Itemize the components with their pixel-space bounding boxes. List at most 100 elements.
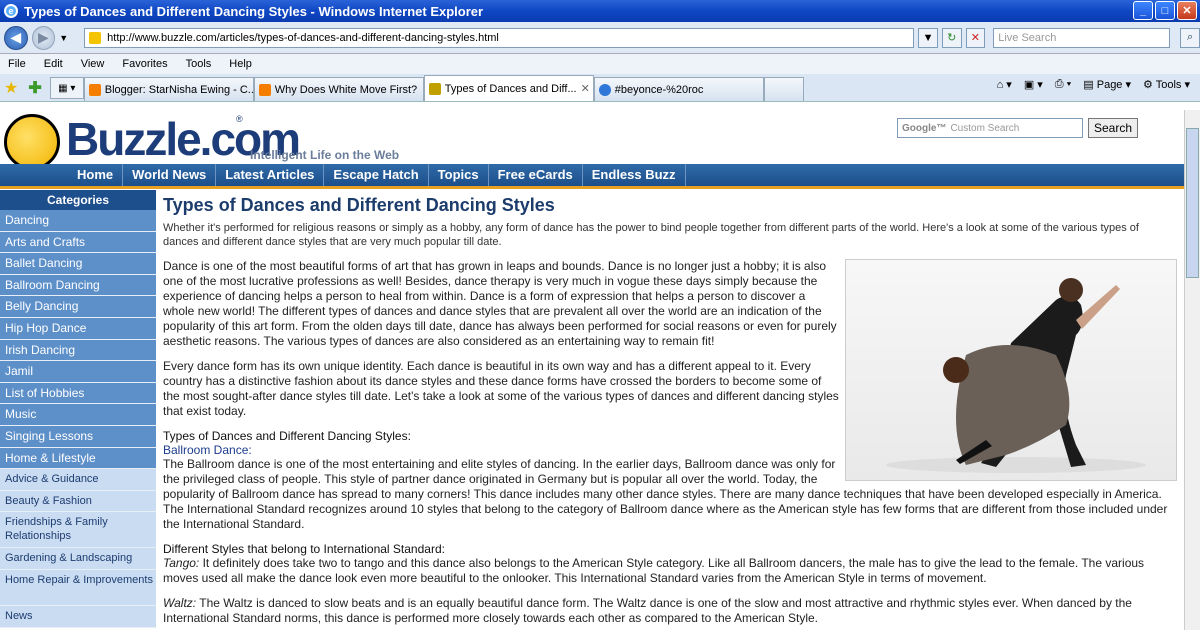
menu-help[interactable]: Help [229,58,252,70]
refresh-button[interactable]: ↻ [941,27,962,48]
ie-page-icon [598,83,611,96]
nav-free-ecards[interactable]: Free eCards [489,164,583,186]
site-header: Buzzle.com ® Intelligent Life on the Web… [0,110,1184,170]
address-bar[interactable]: http://www.buzzle.com/articles/types-of-… [84,27,915,48]
blogger-icon [258,83,271,96]
vertical-scrollbar[interactable] [1184,110,1200,630]
sidebar-item-list-hobbies[interactable]: List of Hobbies [0,382,156,405]
search-placeholder: Custom Search [950,122,1020,134]
scrollbar-thumb[interactable] [1186,128,1199,278]
blogger-icon [88,83,101,96]
buzzle-bee-logo-icon[interactable] [4,114,60,170]
sidebar-item-friendships[interactable]: Friendships & Family Relationships [0,512,156,549]
tab-label: #beyonce-%20roc [614,83,704,96]
forward-button[interactable]: ▶ [31,25,56,50]
url-text: http://www.buzzle.com/articles/types-of-… [107,31,499,44]
categories-title: Categories [0,190,156,210]
sidebar-item-arts-crafts[interactable]: Arts and Crafts [0,231,156,254]
nav-escape-hatch[interactable]: Escape Hatch [324,164,429,186]
sidebar-item-dancing[interactable]: Dancing [0,210,156,232]
article-content: Types of Dances and Different Dancing St… [163,190,1177,626]
site-search-button[interactable]: Search [1088,118,1138,138]
menu-view[interactable]: View [81,58,105,70]
tab-label: Blogger: StarNisha Ewing - C... [104,83,254,96]
nav-latest-articles[interactable]: Latest Articles [216,164,325,186]
sidebar-item-ballroom[interactable]: Ballroom Dancing [0,274,156,297]
tango-text: It definitely does take two to tango and… [163,556,1145,585]
nav-endless-buzz[interactable]: Endless Buzz [583,164,686,186]
google-search-input[interactable]: Google™ Custom Search [897,118,1083,138]
tools-menu-button[interactable]: ⚙ Tools ▾ [1143,78,1190,91]
home-icon[interactable]: ⌂ ▾ [997,78,1012,91]
back-button[interactable]: ◀ [4,25,28,50]
search-icon[interactable]: ⌕ [1180,27,1200,48]
ie-logo-icon: e [4,4,18,18]
favorites-star-icon[interactable]: ★ [4,78,18,98]
header-divider [0,186,1184,189]
article-intro: Whether it's performed for religious rea… [163,222,1139,248]
sidebar-item-news[interactable]: News [0,605,156,628]
article-title: Types of Dances and Different Dancing St… [163,195,555,215]
new-tab-button[interactable] [763,77,804,101]
address-toolbar: ◀ ▶ ▼ http://www.buzzle.com/articles/typ… [0,22,1200,54]
window-controls: _ □ ✕ [1133,1,1197,20]
menu-bar: File Edit View Favorites Tools Help [0,54,1200,74]
nav-topics[interactable]: Topics [429,164,489,186]
nav-world-news[interactable]: World News [123,164,217,186]
sidebar-item-singing[interactable]: Singing Lessons [0,425,156,448]
minimize-button[interactable]: _ [1133,1,1153,20]
print-icon[interactable]: ⎙ ▾ [1055,78,1071,91]
nav-home[interactable]: Home [68,164,124,186]
tab-types-of-dances[interactable]: Types of Dances and Diff... ✕ [423,75,594,101]
sidebar-item-belly[interactable]: Belly Dancing [0,296,156,318]
stop-button[interactable]: ✕ [965,27,986,48]
sidebar-item-gardening[interactable]: Gardening & Landscaping [0,548,156,570]
history-dropdown-icon[interactable]: ▼ [59,33,68,43]
window-title: Types of Dances and Different Dancing St… [24,3,484,19]
site-favicon-icon [89,31,102,44]
tab-label: Types of Dances and Diff... [444,82,577,95]
menu-edit[interactable]: Edit [44,58,63,70]
paragraph-tango: Tango: It definitely does take two to ta… [163,556,1177,586]
sidebar-item-music[interactable]: Music [0,404,156,426]
waltz-label: Waltz: [163,596,197,610]
sidebar-item-ballet[interactable]: Ballet Dancing [0,253,156,275]
sidebar-item-hip-hop[interactable]: Hip Hop Dance [0,317,156,340]
page-menu-label: Page [1096,79,1123,91]
tab-label: Why Does White Move First? [274,83,418,96]
tango-label: Tango: [163,556,200,570]
site-tagline: Intelligent Life on the Web [250,148,400,162]
tab-bar: ★ ✚ ▦ ▾ Blogger: StarNisha Ewing - C... … [0,74,1200,102]
maximize-button[interactable]: □ [1155,1,1175,20]
close-button[interactable]: ✕ [1177,1,1197,20]
command-bar: ⌂ ▾ ▣ ▾ ⎙ ▾ ▤ Page ▾ ⚙ Tools ▾ [997,78,1190,91]
menu-favorites[interactable]: Favorites [122,58,167,70]
dancers-photo [845,259,1177,481]
sidebar-item-beauty[interactable]: Beauty & Fashion [0,490,156,513]
sidebar-item-home-repair[interactable]: Home Repair & Improvements [0,569,156,606]
address-dropdown-button[interactable]: ▼ [918,27,938,48]
menu-tools[interactable]: Tools [186,58,212,70]
site-nav: Home World News Latest Articles Escape H… [0,164,1184,186]
sidebar-item-home-lifestyle[interactable]: Home & Lifestyle [0,447,156,470]
feeds-icon[interactable]: ▣ ▾ [1024,78,1043,91]
web-page: Buzzle.com ® Intelligent Life on the Web… [0,110,1184,630]
close-tab-icon[interactable]: ✕ [581,82,590,95]
live-search-input[interactable]: Live Search [993,27,1171,48]
tab-white-move-first[interactable]: Why Does White Move First? [253,77,424,101]
sidebar-item-irish[interactable]: Irish Dancing [0,339,156,362]
add-favorites-icon[interactable]: ✚ [28,78,41,98]
tab-beyonce[interactable]: #beyonce-%20roc [593,77,764,101]
page-menu-button[interactable]: ▤ Page ▾ [1083,78,1131,91]
sidebar-item-advice[interactable]: Advice & Guidance [0,469,156,491]
waltz-text: The Waltz is danced to slow beats and is… [163,596,1132,625]
quick-tabs-button[interactable]: ▦ ▾ [49,77,84,99]
tools-menu-label: Tools [1155,79,1182,91]
paragraph-waltz: Waltz: The Waltz is danced to slow beats… [163,596,1177,626]
sidebar-item-jamil[interactable]: Jamil [0,361,156,383]
window-titlebar: e Types of Dances and Different Dancing … [0,0,1200,22]
tab-blogger[interactable]: Blogger: StarNisha Ewing - C... [83,77,254,101]
categories-sidebar: Categories Dancing Arts and Crafts Balle… [0,190,156,628]
buzzle-icon [428,82,441,95]
menu-file[interactable]: File [8,58,26,70]
